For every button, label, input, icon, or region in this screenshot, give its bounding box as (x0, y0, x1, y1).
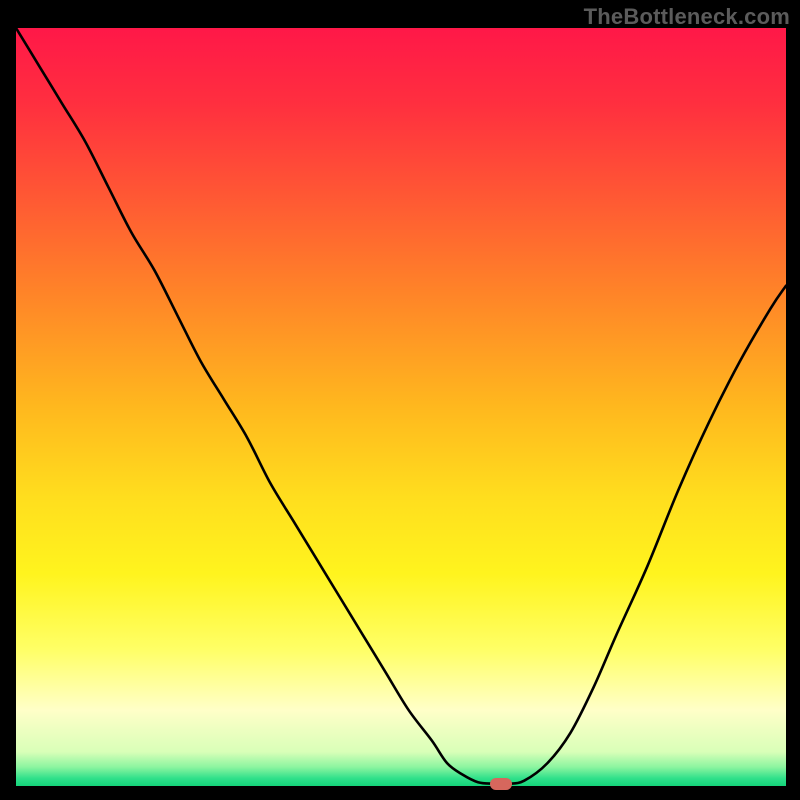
plot-area (16, 28, 786, 786)
chart-frame: TheBottleneck.com (0, 0, 800, 800)
balance-marker (490, 778, 512, 790)
bottleneck-plot-svg (16, 28, 786, 786)
gradient-background (16, 28, 786, 786)
watermark-text: TheBottleneck.com (584, 4, 790, 30)
